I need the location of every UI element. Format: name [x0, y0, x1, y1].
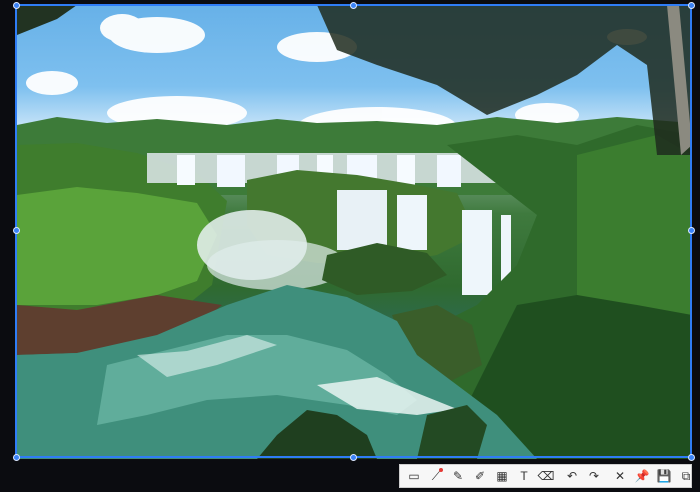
close-button[interactable]: ✕	[609, 465, 631, 487]
resize-handle-bottom-left[interactable]	[13, 454, 20, 461]
red-dot-badge	[439, 468, 443, 472]
resize-handle-top[interactable]	[350, 2, 357, 9]
rectangle-icon: ▭	[408, 469, 420, 483]
text-tool[interactable]: T	[513, 465, 535, 487]
resize-handle-top-right[interactable]	[688, 2, 695, 9]
undo-button[interactable]: ↶	[561, 465, 583, 487]
marker-icon: ✐	[474, 469, 486, 483]
captured-image	[17, 5, 692, 459]
pin-icon: 📌	[634, 469, 650, 483]
pin-button[interactable]: 📌	[631, 465, 653, 487]
eraser-tool[interactable]: ⌫	[535, 465, 557, 487]
copy-icon: ⧉	[681, 468, 691, 483]
copy-button[interactable]: ⧉	[675, 465, 697, 487]
resize-handle-left[interactable]	[13, 227, 20, 234]
text-icon: T	[520, 469, 528, 483]
rectangle-tool[interactable]: ▭	[403, 465, 425, 487]
resize-handle-bottom-right[interactable]	[688, 454, 695, 461]
resize-handle-top-left[interactable]	[13, 2, 20, 9]
resize-handle-bottom[interactable]	[350, 454, 357, 461]
pencil-tool[interactable]: ✎	[447, 465, 469, 487]
line-tool[interactable]: ⟋	[425, 465, 447, 487]
eraser-icon: ⌫	[537, 469, 555, 483]
marker-tool[interactable]: ✐	[469, 465, 491, 487]
waterfall-landscape-photo	[17, 5, 692, 459]
close-icon: ✕	[614, 469, 626, 483]
redo-icon: ↷	[588, 469, 600, 483]
screenshot-toolbar: ▭ ⟋ ✎ ✐ ▦ T ⌫ ↶ ↷ ✕ 📌 💾 ⧉	[399, 464, 692, 488]
undo-icon: ↶	[566, 469, 578, 483]
resize-handle-right[interactable]	[688, 227, 695, 234]
save-button[interactable]: 💾	[653, 465, 675, 487]
pencil-icon: ✎	[452, 469, 464, 483]
save-icon: 💾	[656, 469, 672, 483]
mosaic-icon: ▦	[496, 469, 508, 483]
mosaic-tool[interactable]: ▦	[491, 465, 513, 487]
redo-button[interactable]: ↷	[583, 465, 605, 487]
